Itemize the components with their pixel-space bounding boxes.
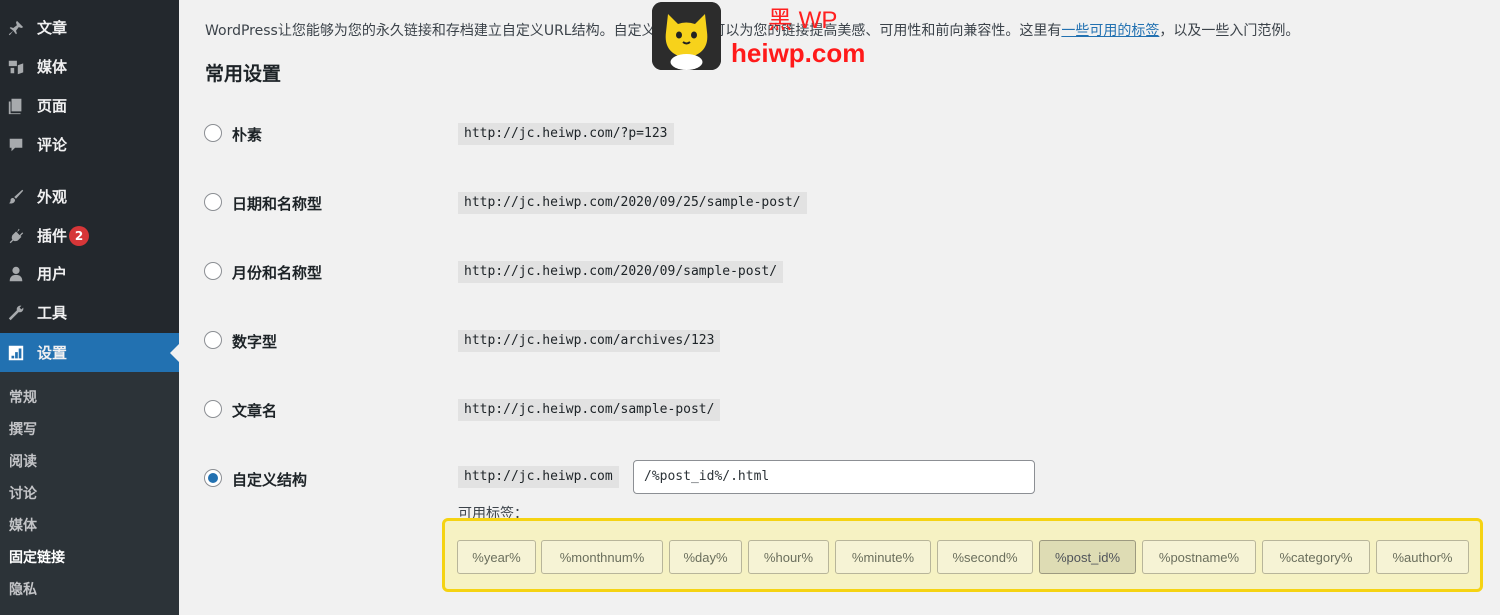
option-label[interactable]: 日期和名称型 (232, 193, 322, 214)
example-url: http://jc.heiwp.com/sample-post/ (458, 399, 721, 421)
custom-structure-input[interactable]: /%post_id%/.html (633, 460, 1035, 494)
permalink-intro-text: WordPress让您能够为您的永久链接和存档建立自定义URL结构。自定义URL… (205, 20, 1299, 40)
paintbrush-icon (6, 187, 26, 207)
submenu-item-media[interactable]: 媒体 (9, 515, 37, 535)
submenu-item-general[interactable]: 常规 (9, 387, 37, 407)
menu-item-label: 工具 (37, 304, 68, 322)
menu-item-appearance[interactable]: 外观 (0, 177, 179, 216)
tag-button-day[interactable]: %day% (669, 540, 742, 574)
pushpin-icon (6, 18, 26, 38)
settings-icon (6, 343, 26, 363)
cat-mascot-icon (652, 2, 721, 70)
watermark-title: 黑 WP (768, 7, 838, 34)
menu-item-label: 评论 (37, 136, 68, 154)
settings-submenu: 常规 撰写 阅读 讨论 媒体 固定链接 隐私 (0, 372, 179, 615)
wrench-icon (6, 303, 26, 323)
tag-button-monthnum[interactable]: %monthnum% (541, 540, 663, 574)
tag-button-author[interactable]: %author% (1376, 540, 1469, 574)
tag-button-category[interactable]: %category% (1262, 540, 1370, 574)
option-label[interactable]: 月份和名称型 (232, 262, 322, 283)
tag-button-post-id[interactable]: %post_id% (1039, 540, 1136, 574)
intro-tail: ，以及一些入门范例。 (1159, 23, 1300, 39)
submenu-item-privacy[interactable]: 隐私 (9, 579, 37, 599)
submenu-item-writing[interactable]: 撰写 (9, 419, 37, 439)
media-icon (6, 57, 26, 77)
user-icon (6, 264, 26, 284)
menu-item-label: 页面 (37, 97, 68, 115)
radio-month-name[interactable] (204, 262, 222, 280)
tag-button-minute[interactable]: %minute% (835, 540, 931, 574)
section-title: 常用设置 (205, 63, 282, 85)
example-url: http://jc.heiwp.com/2020/09/25/sample-po… (458, 192, 807, 214)
example-url: http://jc.heiwp.com/?p=123 (458, 123, 674, 145)
radio-plain[interactable] (204, 124, 222, 142)
radio-post-name[interactable] (204, 400, 222, 418)
admin-sidebar: 文章 媒体 页面 评论 外观 插件 2 用户 工具 设置 常规 撰写 阅读 讨论… (0, 0, 179, 615)
tag-button-postname[interactable]: %postname% (1142, 540, 1256, 574)
radio-custom-structure[interactable] (204, 469, 222, 487)
active-menu-arrow (170, 344, 179, 362)
radio-numeric[interactable] (204, 331, 222, 349)
watermark-url: heiwp.com (731, 38, 866, 68)
custom-base-url: http://jc.heiwp.com (458, 466, 619, 488)
menu-item-label: 媒体 (37, 58, 68, 76)
intro-text: WordPress让您能够为您的永久链接和存档建立自定义URL结构。自定义URL… (205, 23, 1062, 39)
available-tags-link[interactable]: 一些可用的标签 (1061, 23, 1159, 39)
menu-item-label: 插件 (37, 227, 68, 245)
option-label[interactable]: 文章名 (232, 400, 277, 421)
menu-item-label: 设置 (37, 344, 68, 362)
watermark-logo (652, 2, 721, 70)
update-count-badge: 2 (69, 225, 90, 246)
menu-item-label: 用户 (37, 265, 68, 283)
menu-item-plugins[interactable]: 插件 2 (0, 216, 179, 255)
tag-button-year[interactable]: %year% (457, 540, 536, 574)
option-label[interactable]: 自定义结构 (232, 469, 307, 490)
option-label[interactable]: 朴素 (232, 124, 262, 145)
menu-item-users[interactable]: 用户 (0, 254, 179, 293)
menu-item-label: 外观 (37, 188, 68, 206)
menu-item-pages[interactable]: 页面 (0, 86, 179, 125)
menu-item-settings[interactable]: 设置 (0, 333, 179, 372)
submenu-item-reading[interactable]: 阅读 (9, 451, 37, 471)
plugin-icon (6, 226, 26, 246)
comment-icon (6, 135, 26, 155)
menu-item-comments[interactable]: 评论 (0, 125, 179, 164)
pages-icon (6, 96, 26, 116)
radio-day-name[interactable] (204, 193, 222, 211)
menu-item-posts[interactable]: 文章 (0, 8, 179, 47)
submenu-item-discussion[interactable]: 讨论 (9, 483, 37, 503)
option-label[interactable]: 数字型 (232, 331, 277, 352)
tag-button-second[interactable]: %second% (937, 540, 1033, 574)
example-url: http://jc.heiwp.com/archives/123 (458, 330, 721, 352)
menu-item-label: 文章 (37, 19, 68, 37)
submenu-item-permalinks[interactable]: 固定链接 (9, 547, 65, 567)
tag-button-hour[interactable]: %hour% (748, 540, 829, 574)
menu-item-tools[interactable]: 工具 (0, 293, 179, 332)
example-url: http://jc.heiwp.com/2020/09/sample-post/ (458, 261, 784, 283)
menu-item-media[interactable]: 媒体 (0, 47, 179, 86)
